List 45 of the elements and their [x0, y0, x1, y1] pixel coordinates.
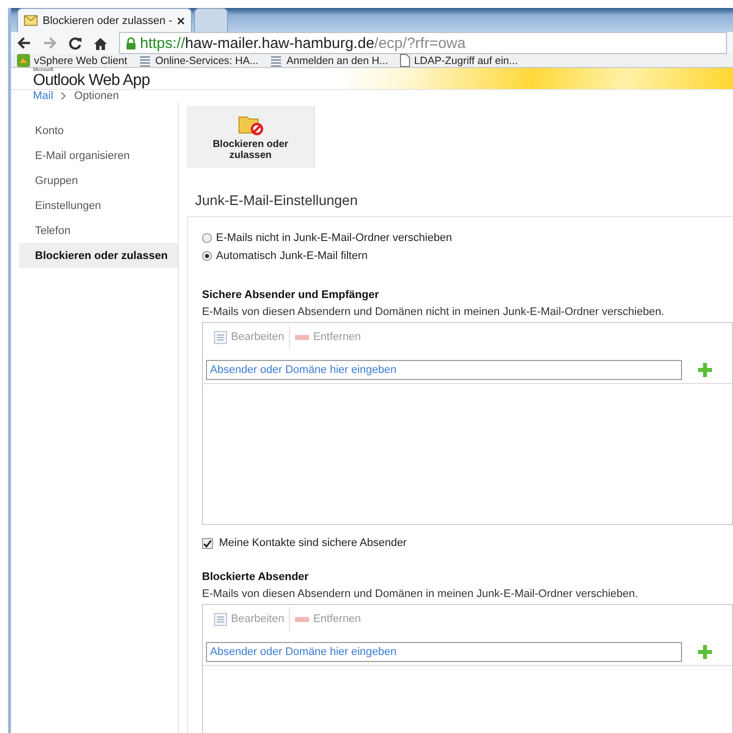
checkbox[interactable] — [202, 538, 213, 548]
sidebar-item[interactable]: Blockieren oder zulassen — [19, 243, 178, 268]
sender-input[interactable]: Absender oder Domäne hier eingeben — [206, 642, 682, 662]
list-description: E-Mails von diesen Absendern und Domänen nicht in meinen Junk-E-Mail-Ordner verschieben. — [202, 306, 666, 318]
bookmark[interactable]: LDAP-Zugriff auf ein... — [400, 54, 518, 67]
lock-icon — [126, 36, 136, 50]
back-icon[interactable] — [17, 37, 31, 49]
address-bar[interactable]: https://haw-mailer.haw-hamburg.de/ecp/?rfr=owa — [119, 32, 727, 54]
sidebar-item[interactable]: Telefon — [19, 218, 178, 243]
browser-tab[interactable]: Blockieren oder zulassen - — [17, 8, 192, 32]
bookmark[interactable]: Anmelden an den H... — [270, 54, 388, 66]
home-icon[interactable] — [94, 36, 107, 50]
minus-icon — [295, 616, 310, 622]
block-allow-button[interactable]: Blockieren oder zulassen — [187, 106, 315, 168]
mail-icon — [24, 14, 38, 26]
list-description: E-Mails von diesen Absendern und Domänen in meinen Junk-E-Mail-Ordner verschieben. — [202, 588, 639, 600]
bookmark[interactable]: Online-Services: HA... — [139, 54, 258, 66]
checkbox-label: Meine Kontakte sind sichere Absender — [219, 537, 407, 549]
reload-icon[interactable] — [69, 36, 82, 50]
chevron-icon — [61, 92, 66, 100]
sidebar-item[interactable]: Einstellungen — [19, 193, 178, 218]
folder-block-icon — [238, 114, 264, 136]
list-icon — [214, 612, 227, 626]
sidebar-item[interactable]: Gruppen — [19, 168, 178, 193]
sidebar-item[interactable]: Konto — [19, 118, 178, 143]
minus-icon — [295, 334, 310, 340]
sender-input[interactable]: Absender oder Domäne hier eingeben — [206, 360, 682, 380]
radio-button[interactable] — [202, 233, 212, 243]
radio-label: E-Mails nicht in Junk-E-Mail-Ordner verschieben — [216, 232, 452, 244]
list-title: Sichere Absender und Empfänger — [202, 289, 380, 301]
tab-title: Blockieren oder zulassen - — [42, 14, 172, 26]
radio-button[interactable] — [202, 251, 212, 261]
sidebar-item[interactable]: E-Mail organisieren — [19, 143, 178, 168]
list-icon — [139, 54, 152, 66]
list-title: Blockierte Absender — [202, 571, 310, 583]
breadcrumb-link[interactable]: Mail — [33, 90, 54, 102]
section-heading: Junk-E-Mail-Einstellungen — [194, 192, 359, 208]
close-icon[interactable] — [177, 16, 185, 24]
app-icon — [17, 54, 30, 67]
bookmark[interactable]: vSphere Web Client — [17, 54, 128, 67]
page-icon — [400, 54, 410, 67]
list-icon — [270, 54, 282, 66]
radio-label: Automatisch Junk-E-Mail filtern — [216, 250, 368, 262]
list-icon — [214, 330, 227, 344]
breadcrumb-current: Optionen — [74, 90, 119, 102]
